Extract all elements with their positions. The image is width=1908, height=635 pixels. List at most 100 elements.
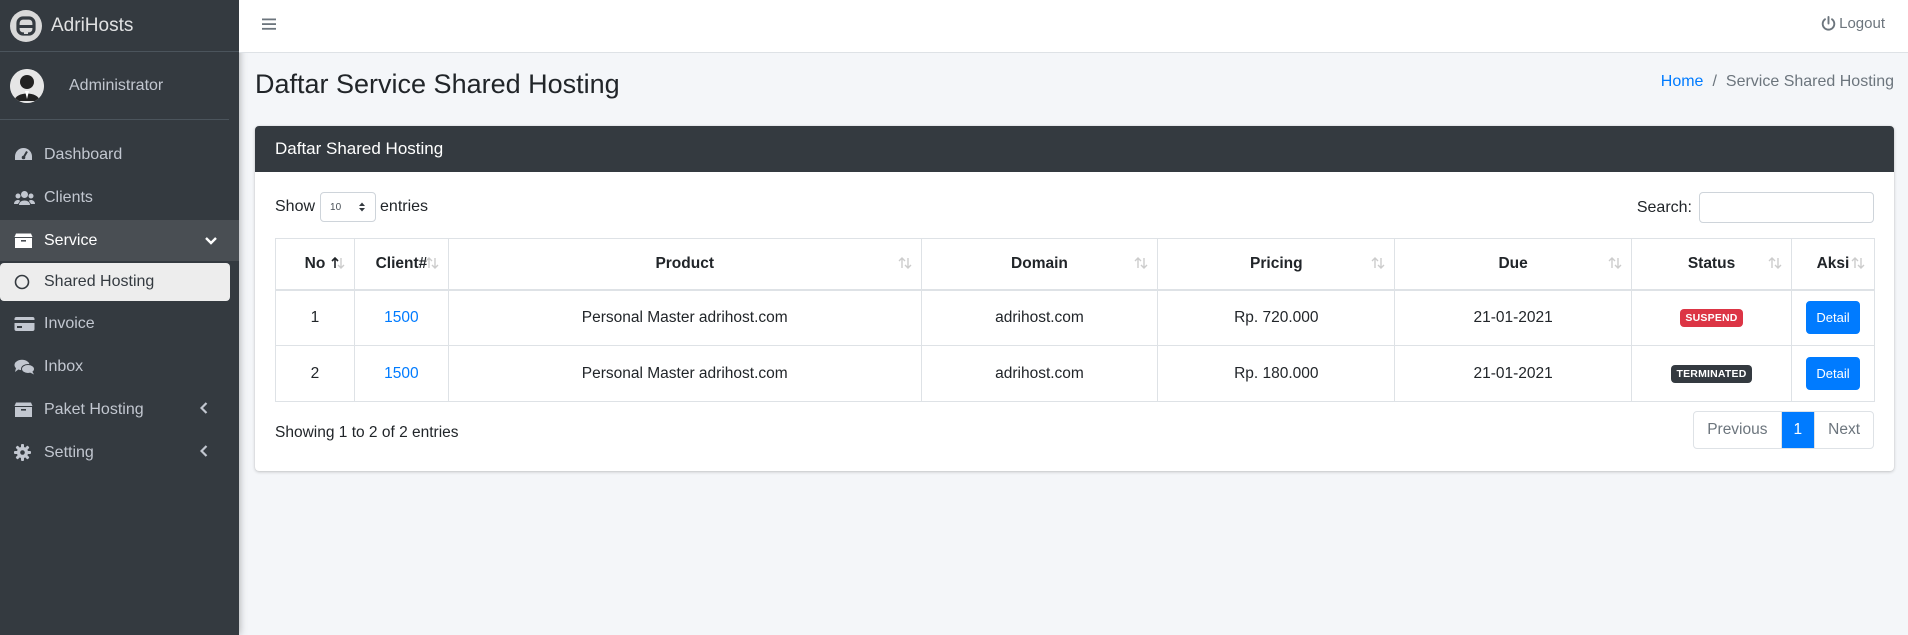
- sort-icon: [1608, 256, 1622, 274]
- column-header-client[interactable]: Client#: [353, 238, 449, 291]
- pagination-next[interactable]: Next: [1814, 412, 1873, 448]
- chevron-left-icon: [199, 401, 208, 419]
- sidebar-item-label: Invoice: [44, 314, 95, 332]
- chevron-left-icon: [199, 444, 208, 462]
- sidebar-item-shared-hosting[interactable]: Shared Hosting: [0, 263, 230, 301]
- column-header-label: Domain: [1011, 254, 1068, 272]
- sidebar-item-inbox[interactable]: Inbox: [0, 346, 230, 387]
- pagination: Previous 1 Next: [1693, 411, 1874, 449]
- column-header-label: Aksi: [1816, 254, 1850, 272]
- cell-product: Personal Master adrihost.com: [447, 289, 922, 346]
- column-header-label: Due: [1498, 254, 1528, 272]
- sort-icon: [1134, 256, 1148, 274]
- users-icon: [14, 190, 37, 206]
- sidebar-item-label: Clients: [44, 188, 93, 206]
- cell-action: Detail: [1790, 289, 1876, 346]
- cell-pricing: Rp. 720.000: [1157, 289, 1396, 346]
- hosting-table: No Client# Product Domain Pricing Due St…: [275, 238, 1876, 402]
- brand-name: AdriHosts: [51, 14, 134, 36]
- sidebar-item-label: Paket Hosting: [44, 400, 144, 418]
- table-header-row: No Client# Product Domain Pricing Due St…: [275, 238, 1876, 291]
- cell-client: 1500: [353, 345, 449, 402]
- cell-status: SUSPEND: [1631, 289, 1792, 346]
- column-header-product[interactable]: Product: [447, 238, 922, 291]
- brand[interactable]: AdriHosts: [0, 0, 239, 52]
- table-info: Showing 1 to 2 of 2 entries: [275, 424, 459, 441]
- cell-due: 21-01-2021: [1394, 345, 1633, 402]
- sidebar-item-label: Service: [44, 231, 98, 249]
- cell-due: 21-01-2021: [1394, 289, 1633, 346]
- sort-icon: [898, 256, 912, 274]
- sidebar-item-label: Shared Hosting: [44, 273, 155, 290]
- sidebar-item-label: Dashboard: [44, 145, 123, 163]
- cell-domain: adrihost.com: [920, 345, 1159, 402]
- column-header-no[interactable]: No: [275, 238, 355, 291]
- page-title: Daftar Service Shared Hosting: [255, 69, 620, 99]
- column-header-domain[interactable]: Domain: [920, 238, 1159, 291]
- breadcrumb-home-link[interactable]: Home: [1661, 73, 1704, 91]
- table-row: 2 1500 Personal Master adrihost.com adri…: [275, 345, 1876, 402]
- brand-logo-icon: [10, 9, 42, 42]
- sidebar: AdriHosts Administrator Dashboard Client…: [0, 0, 239, 635]
- pagination-previous[interactable]: Previous: [1694, 412, 1782, 448]
- table-row: 1 1500 Personal Master adrihost.com adri…: [275, 289, 1876, 346]
- client-link[interactable]: 1500: [384, 309, 418, 326]
- avatar: [10, 68, 44, 103]
- chevron-down-icon: [205, 232, 217, 250]
- cell-no: 2: [275, 345, 355, 402]
- top-navbar: Logout: [239, 0, 1908, 53]
- card-header: Daftar Shared Hosting: [255, 126, 1894, 172]
- client-link[interactable]: 1500: [384, 365, 418, 382]
- entries-select-value: 10: [330, 201, 342, 213]
- cell-product: Personal Master adrihost.com: [447, 345, 922, 402]
- column-header-due[interactable]: Due: [1394, 238, 1633, 291]
- sidebar-item-clients[interactable]: Clients: [0, 177, 230, 218]
- sidebar-nav: Dashboard Clients Service Shared Hosting…: [0, 120, 239, 473]
- box-icon: [14, 233, 37, 249]
- cell-no: 1: [275, 289, 355, 346]
- cell-client: 1500: [353, 289, 449, 346]
- shared-hosting-card: Daftar Shared Hosting Show 10 entries Se…: [255, 126, 1894, 471]
- entries-select[interactable]: 10: [320, 192, 377, 222]
- logout-label: Logout: [1839, 15, 1885, 32]
- detail-button[interactable]: Detail: [1806, 301, 1860, 335]
- breadcrumb-separator: /: [1712, 73, 1717, 90]
- column-header-aksi[interactable]: Aksi: [1790, 238, 1876, 291]
- status-badge: TERMINATED: [1671, 365, 1752, 383]
- user-panel[interactable]: Administrator: [0, 52, 229, 120]
- column-header-label: No: [304, 254, 326, 272]
- tachometer-icon: [14, 147, 37, 163]
- column-header-pricing[interactable]: Pricing: [1157, 238, 1396, 291]
- cell-domain: adrihost.com: [920, 289, 1159, 346]
- detail-button[interactable]: Detail: [1806, 357, 1860, 390]
- column-header-label: Pricing: [1250, 254, 1303, 272]
- sidebar-item-paket-hosting[interactable]: Paket Hosting: [0, 389, 230, 430]
- column-header-status[interactable]: Status: [1631, 238, 1792, 291]
- status-badge: SUSPEND: [1680, 309, 1743, 328]
- show-label: Show: [275, 198, 316, 215]
- box-icon: [14, 402, 37, 418]
- cell-action: Detail: [1790, 345, 1876, 402]
- show-entries: Show 10 entries: [275, 192, 428, 222]
- sort-asc-icon: [331, 256, 345, 274]
- logout-link[interactable]: Logout: [1821, 15, 1885, 32]
- pagination-page-1[interactable]: 1: [1781, 412, 1815, 448]
- user-name: Administrator: [69, 76, 164, 94]
- select-arrows-icon: [358, 201, 366, 216]
- column-header-label: Status: [1687, 254, 1736, 272]
- hamburger-menu-icon[interactable]: [261, 16, 277, 37]
- sidebar-item-dashboard[interactable]: Dashboard: [0, 134, 230, 175]
- circle-icon: [14, 274, 37, 290]
- sidebar-item-service[interactable]: Service: [0, 220, 239, 261]
- sidebar-item-invoice[interactable]: Invoice: [0, 303, 230, 344]
- column-header-label: Client#: [375, 254, 428, 272]
- entries-label: entries: [380, 198, 429, 215]
- comments-icon: [14, 359, 37, 375]
- sort-icon: [1851, 256, 1865, 274]
- cell-pricing: Rp. 180.000: [1157, 345, 1396, 402]
- sidebar-item-setting[interactable]: Setting: [0, 432, 230, 473]
- search-input[interactable]: [1699, 192, 1874, 223]
- gear-icon: [14, 444, 37, 461]
- sort-icon: [1768, 256, 1782, 274]
- cell-status: TERMINATED: [1631, 345, 1792, 402]
